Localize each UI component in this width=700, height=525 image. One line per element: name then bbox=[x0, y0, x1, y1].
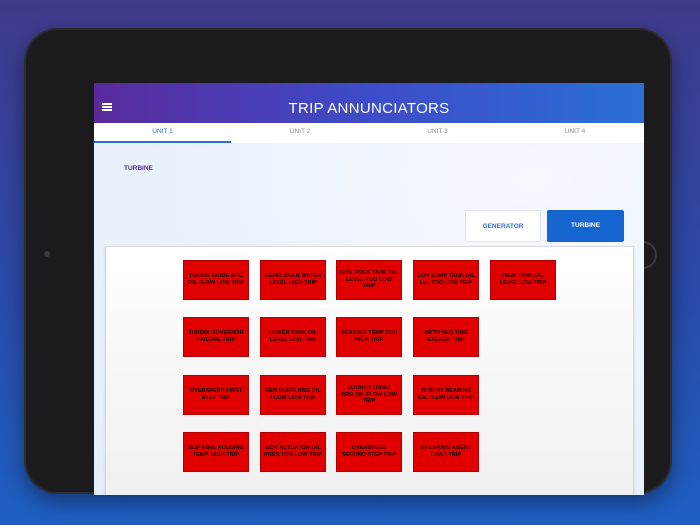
annunciator-tile[interactable]: OVERSPEED FIRST STEP TRIP bbox=[183, 375, 249, 415]
tablet-frame: TRIP ANNUNCIATORS UNIT 1 UNIT 2 UNIT 3 U… bbox=[24, 28, 672, 495]
tab-unit-3[interactable]: UNIT 3 bbox=[369, 123, 506, 143]
section-label: TURBINE bbox=[124, 165, 153, 172]
generator-button[interactable]: GENERATOR bbox=[465, 210, 541, 242]
annunciator-tile[interactable]: TURBIN GOVERNOR FAILURE TRIP bbox=[183, 317, 249, 357]
app-bar: TRIP ANNUNCIATORS bbox=[94, 83, 644, 123]
camera-dot bbox=[44, 251, 50, 257]
unit-tabs: UNIT 1 UNIT 2 UNIT 3 UNIT 4 bbox=[94, 123, 644, 144]
annunciator-tile[interactable]: OVERSPEED SECOND STEP TRIP bbox=[336, 432, 402, 472]
annunciator-tile[interactable]: GOV. PRES TANK OIL LEVEL TOO LOW TRIP bbox=[336, 260, 402, 300]
annunciator-tile[interactable]: GOV SUMP TANK OIL LVL TOO LOW TRIP bbox=[413, 260, 479, 300]
annunciator-panel: TURBIN GUIDE BRG OIL FLOW LOW TRIP GENR.… bbox=[105, 246, 634, 495]
annunciator-tile[interactable]: BEARING TEMP TOO HIGH TRIP bbox=[336, 317, 402, 357]
annunciator-tile[interactable]: GEN GUIDE BRG OIL FLOW LOW TRIP bbox=[260, 375, 326, 415]
page-title: TRIP ANNUNCIATORS bbox=[288, 100, 450, 117]
annunciator-tile[interactable]: SLIP RING HOUSING TEMP. HIGH TRIP bbox=[183, 432, 249, 472]
annunciator-tile[interactable]: LOWER TANK OIL LEVEL LOW TRIP bbox=[260, 317, 326, 357]
annunciator-tile[interactable]: HIGH TANK OIL LEVEL LOW TRIP bbox=[490, 260, 556, 300]
annunciator-tile[interactable]: GOV ACTUATOR OIL PRES TOO LOW TRIP bbox=[260, 432, 326, 472]
annunciator-tile[interactable]: COUNTR THRST BRG OIL FLOW LOW TRIP bbox=[336, 375, 402, 415]
tab-unit-1[interactable]: UNIT 1 bbox=[94, 123, 231, 143]
app-screen: TRIP ANNUNCIATORS UNIT 1 UNIT 2 UNIT 3 U… bbox=[94, 83, 644, 495]
annunciator-tile[interactable]: GENR. BULB WATER LEVEL HIGH TRIP bbox=[260, 260, 326, 300]
turbine-button[interactable]: TURBINE bbox=[547, 210, 624, 242]
content-area: TURBINE GENERATOR TURBINE TURBIN GUIDE B… bbox=[94, 143, 644, 495]
annunciator-tile[interactable]: ARTO SEQ TIME EXCEED TRIP bbox=[413, 317, 479, 357]
tab-unit-2[interactable]: UNIT 2 bbox=[231, 123, 369, 143]
annunciator-tile[interactable]: THRUST BEARING OIL FLOW LOW TRIP bbox=[413, 375, 479, 415]
annunciator-tile[interactable]: BREAKING AGENT LOAD TRIP bbox=[413, 432, 479, 472]
annunciator-tile[interactable]: TURBIN GUIDE BRG OIL FLOW LOW TRIP bbox=[183, 260, 249, 300]
hamburger-menu-icon[interactable] bbox=[102, 103, 112, 111]
tab-unit-4[interactable]: UNIT 4 bbox=[506, 123, 644, 143]
